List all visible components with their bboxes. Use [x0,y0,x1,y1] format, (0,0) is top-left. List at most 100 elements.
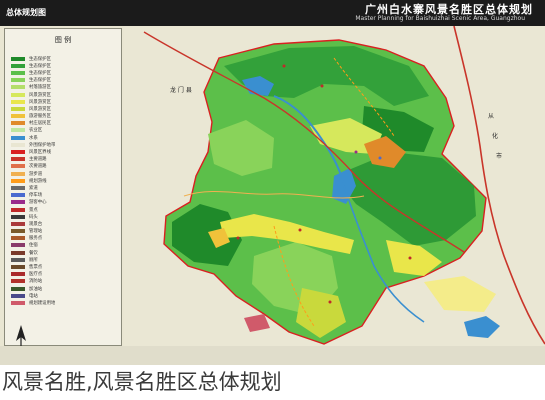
legend-item: 风景游赏区 [11,105,115,112]
legend-swatch [11,293,25,298]
legend-swatch [11,221,25,226]
legend-label: 电站 [29,293,38,299]
legend-label: 医疗点 [29,272,43,278]
legend-item: 售票点 [11,263,115,270]
legend-label: 生态保护区 [29,78,51,84]
legend-label: 观景台 [29,221,43,227]
legend-swatch [11,70,25,75]
legend-item: 停车场 [11,192,115,199]
legend-label: 旅游服务区 [29,114,51,120]
map-canvas: 龙 门 县 从 化 市 [124,26,545,346]
legend-swatch [11,193,25,198]
legend-item: 医疗点 [11,271,115,278]
legend-swatch [11,229,25,234]
legend-item: 风景游赏区 [11,98,115,105]
legend-swatch [11,63,25,68]
legend-item: 索道 [11,184,115,191]
legend-item: 风景游赏区 [11,91,115,98]
legend-label: 规划游线 [29,178,47,184]
legend-swatch [11,99,25,104]
title-bar: 总体规划图 广州白水寨风景名胜区总体规划 Master Planning for… [0,0,545,26]
legend-item: 次要道路 [11,163,115,170]
legend-label: 加油站 [29,286,43,292]
legend-label: 住宿 [29,243,38,249]
poi-marker [378,156,382,160]
legend-swatch [11,171,25,176]
legend-item: 生态保护区 [11,62,115,69]
legend-item: 码头 [11,213,115,220]
legend-item: 水系 [11,134,115,141]
legend-item: 生态保护区 [11,55,115,62]
legend-label: 风景区界线 [29,150,51,156]
legend-label: 风景游赏区 [29,106,51,112]
legend-item: 游步道 [11,170,115,177]
legend-label: 水系 [29,135,38,141]
legend-item: 游客中心 [11,199,115,206]
legend-swatch [11,214,25,219]
poi-marker [282,64,286,68]
legend-swatch [11,265,25,270]
legend-swatch [11,114,25,119]
legend-item: 规划游线 [11,177,115,184]
legend-item: 住宿 [11,242,115,249]
legend-swatch [11,243,25,248]
legend-label: 服务点 [29,236,43,242]
legend-label: 游客中心 [29,200,47,206]
label-west-county: 龙 门 县 [170,86,192,94]
legend-swatch [11,250,25,255]
legend-item: 观景台 [11,220,115,227]
legend-item: 村落旅游区 [11,84,115,91]
label-east-c: 市 [496,152,502,160]
legend-item: 消防站 [11,278,115,285]
legend-label: 景点 [29,207,38,213]
legend-swatch [11,279,25,284]
legend-label: 外围保护地带 [29,142,56,148]
legend-swatch [11,78,25,83]
map-bottom-strip [0,346,545,365]
legend-label: 村落旅游区 [29,85,51,91]
legend-swatch [11,85,25,90]
legend-swatch [11,157,25,162]
poi-marker [236,236,240,240]
legend-swatch [11,142,25,147]
legend-swatch [11,121,25,126]
legend-item: 旅游服务区 [11,113,115,120]
legend-label: 售票点 [29,265,43,271]
legend-label: 村庄居民区 [29,121,51,127]
legend-swatch [11,150,25,155]
legend-swatch [11,272,25,277]
legend-label: 餐饮 [29,250,38,256]
legend-swatch [11,207,25,212]
poi-marker [320,84,324,88]
legend-label: 次要道路 [29,164,47,170]
poi-marker [328,300,332,304]
legend-swatch [11,106,25,111]
legend-label: 规划建设用地 [29,300,56,306]
legend-swatch [11,178,25,183]
legend-item: 服务点 [11,235,115,242]
legend-title: 图 例 [54,36,72,44]
legend-swatch [11,286,25,291]
legend-swatch [11,164,25,169]
legend-item: 规划建设用地 [11,299,115,306]
legend-label: 游步道 [29,171,43,177]
legend-swatch [11,300,25,305]
legend-label: 风景游赏区 [29,92,51,98]
legend-label: 码头 [29,214,38,220]
legend-label: 生态保护区 [29,70,51,76]
legend-item: 村庄居民区 [11,120,115,127]
legend-label: 停车场 [29,193,43,199]
map-sheet-title: 总体规划图 [6,8,46,17]
legend-item: 外围保护地带 [11,141,115,148]
label-west-county-text: 龙 门 县 [170,86,192,94]
legend-item: 风景区界线 [11,148,115,155]
legend-swatch [11,236,25,241]
legend-label: 生态保护区 [29,56,51,62]
map-frame: 总体规划图 广州白水寨风景名胜区总体规划 Master Planning for… [0,0,545,365]
legend-swatch [11,185,25,190]
legend-item: 景点 [11,206,115,213]
plan-subtitle: Master Planning for Baishuizhai Scenic A… [355,15,525,22]
legend-list: 生态保护区 生态保护区 生态保护区 生态保护区 村落旅游区 风景游赏区 风景游赏区 风景游赏区… [11,55,115,307]
legend-item: 生态保护区 [11,69,115,76]
legend-item: 电站 [11,292,115,299]
